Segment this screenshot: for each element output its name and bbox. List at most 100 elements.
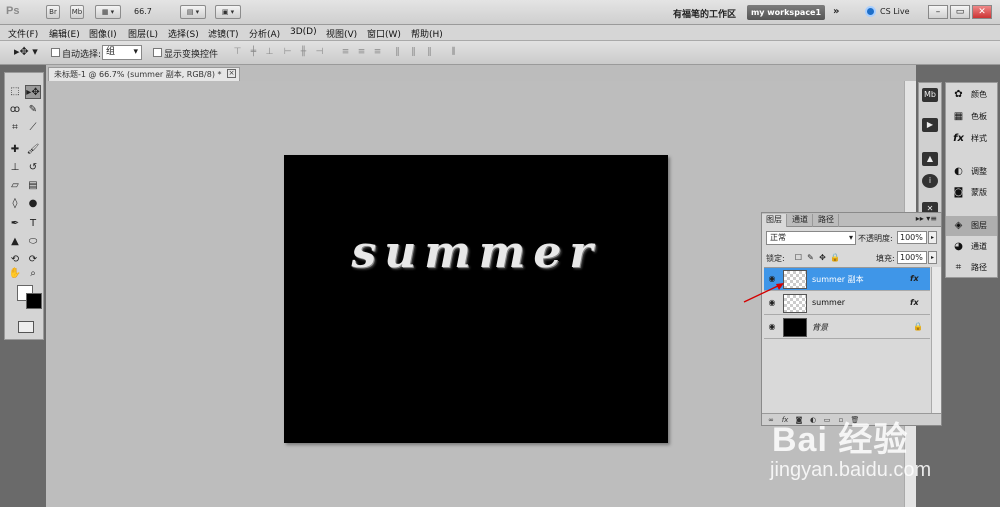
clone-stamp-tool-icon[interactable]: ⊥ xyxy=(7,161,23,175)
opacity-slider-arrow[interactable]: ▸ xyxy=(928,231,937,244)
panel-swatches[interactable]: ▦ 色板 xyxy=(946,107,997,127)
layer-row-background[interactable]: ◉ 背景 🔒 xyxy=(764,316,930,339)
info-panel-icon[interactable]: i xyxy=(922,174,938,188)
menu-layer[interactable]: 图层(L) xyxy=(128,27,158,40)
menu-window[interactable]: 窗口(W) xyxy=(367,27,401,40)
gradient-tool-icon[interactable]: ▤ xyxy=(25,179,41,193)
lock-all-icon[interactable]: 🔒 xyxy=(830,253,840,262)
panel-styles[interactable]: fx 样式 xyxy=(946,129,997,149)
layer-name[interactable]: summer 副本 xyxy=(812,274,864,285)
fill-input[interactable]: 100% xyxy=(897,251,927,264)
distribute-vcenter-icon[interactable]: ≡ xyxy=(356,47,367,58)
fx-icon[interactable]: fx xyxy=(910,298,919,307)
align-top-icon[interactable]: ⊤ xyxy=(232,47,243,58)
menu-edit[interactable]: 编辑(E) xyxy=(49,27,80,40)
navigator-panel-icon[interactable]: ▲ xyxy=(922,152,938,166)
document-canvas[interactable]: summer xyxy=(284,155,668,443)
workspace-button[interactable]: my workspace1 xyxy=(747,5,825,20)
auto-align-icon[interactable]: ⫼ xyxy=(448,47,459,58)
workspace-name[interactable]: 有福笔的工作区 xyxy=(673,7,736,20)
align-bottom-icon[interactable]: ⊥ xyxy=(264,47,275,58)
layer-list-scrollbar[interactable] xyxy=(931,267,941,413)
minimize-button[interactable]: – xyxy=(928,5,948,19)
bridge-button[interactable]: Br xyxy=(46,5,60,19)
pen-tool-icon[interactable]: ✒ xyxy=(7,217,23,231)
eyedropper-tool-icon[interactable]: ⟋ xyxy=(25,121,41,135)
distribute-right-icon[interactable]: ‖ xyxy=(424,47,435,58)
lock-image-icon[interactable]: ✎ xyxy=(806,253,815,262)
zoom-level[interactable]: 66.7 xyxy=(134,7,152,16)
distribute-left-icon[interactable]: ‖ xyxy=(392,47,403,58)
menu-filter[interactable]: 滤镜(T) xyxy=(208,27,239,40)
fx-icon[interactable]: fx xyxy=(910,274,919,283)
auto-select-dropdown[interactable]: 组 ▾ xyxy=(102,45,142,60)
panel-paths[interactable]: ⌗ 路径 xyxy=(946,258,997,278)
path-select-tool-icon[interactable]: ▲ xyxy=(7,235,23,249)
blur-tool-icon[interactable]: ◊ xyxy=(7,197,23,211)
eraser-tool-icon[interactable]: ▱ xyxy=(7,179,23,193)
menu-file[interactable]: 文件(F) xyxy=(8,27,38,40)
panel-menu-icon[interactable]: ▸▸ ▾≡ xyxy=(916,214,937,223)
arrange-documents-button[interactable]: ▤ ▾ xyxy=(180,5,206,19)
panel-masks[interactable]: ◙ 蒙版 xyxy=(946,183,997,203)
dodge-tool-icon[interactable]: ● xyxy=(25,197,41,211)
mini-bridge-button[interactable]: Mb xyxy=(70,5,84,19)
align-vcenter-icon[interactable]: ╪ xyxy=(248,47,259,58)
panel-layers[interactable]: ◈ 图层 xyxy=(946,216,997,236)
tab-paths[interactable]: 路径 xyxy=(814,214,839,227)
blend-mode-dropdown[interactable]: 正常 ▾ xyxy=(766,231,856,245)
lock-position-icon[interactable]: ✥ xyxy=(818,253,827,262)
layer-row-summer[interactable]: ◉ summer fx xyxy=(764,292,930,315)
marquee-tool-icon[interactable]: ⬚ xyxy=(7,85,23,99)
menu-analysis[interactable]: 分析(A) xyxy=(249,27,280,40)
align-left-icon[interactable]: ⊢ xyxy=(282,47,293,58)
auto-select-checkbox[interactable] xyxy=(51,48,60,57)
zoom-tool-icon[interactable]: ⌕ xyxy=(25,267,41,281)
mini-bridge-panel-icon[interactable]: Mb xyxy=(922,88,938,102)
more-workspaces-icon[interactable]: » xyxy=(833,6,839,17)
menu-3d[interactable]: 3D(D) xyxy=(290,27,317,37)
lock-transparent-icon[interactable]: ☐ xyxy=(794,253,803,262)
brush-tool-icon[interactable]: 🖌 xyxy=(25,143,41,157)
layer-row-summer-copy[interactable]: ◉ summer 副本 fx xyxy=(764,268,930,291)
view-extras-button[interactable]: ▦ ▾ xyxy=(95,5,121,19)
lasso-tool-icon[interactable]: ꝏ xyxy=(7,103,23,117)
fill-slider-arrow[interactable]: ▸ xyxy=(928,251,937,264)
tab-layers[interactable]: 图层 xyxy=(762,214,787,227)
distribute-top-icon[interactable]: ≡ xyxy=(340,47,351,58)
history-panel-icon[interactable]: ▶ xyxy=(922,118,938,132)
tab-channels[interactable]: 通道 xyxy=(788,214,813,227)
align-right-icon[interactable]: ⊣ xyxy=(314,47,325,58)
healing-brush-tool-icon[interactable]: ✚ xyxy=(7,143,23,157)
panel-adjustments[interactable]: ◐ 调整 xyxy=(946,162,997,182)
align-hcenter-icon[interactable]: ╫ xyxy=(298,47,309,58)
cs-live-icon[interactable] xyxy=(865,6,876,17)
type-tool-icon[interactable]: T xyxy=(25,217,41,231)
menu-image[interactable]: 图像(I) xyxy=(89,27,117,40)
menu-view[interactable]: 视图(V) xyxy=(326,27,357,40)
eye-icon[interactable]: ◉ xyxy=(767,322,777,332)
menu-select[interactable]: 选择(S) xyxy=(168,27,199,40)
screen-mode-button[interactable]: ▣ ▾ xyxy=(215,5,241,19)
distribute-bottom-icon[interactable]: ≡ xyxy=(372,47,383,58)
cs-live-label[interactable]: CS Live xyxy=(880,7,910,16)
history-brush-tool-icon[interactable]: ↺ xyxy=(25,161,41,175)
quick-select-tool-icon[interactable]: ✎ xyxy=(25,103,41,117)
3d-rotate-tool-icon[interactable]: ⟲ xyxy=(7,253,23,267)
3d-orbit-tool-icon[interactable]: ⟳ xyxy=(25,253,41,267)
opacity-input[interactable]: 100% xyxy=(897,231,927,244)
panel-color[interactable]: ✿ 颜色 xyxy=(946,85,997,105)
show-transform-checkbox[interactable] xyxy=(153,48,162,57)
layer-name[interactable]: summer xyxy=(812,298,845,307)
shape-tool-icon[interactable]: ⬭ xyxy=(25,235,41,249)
distribute-hcenter-icon[interactable]: ‖ xyxy=(408,47,419,58)
move-tool-button-icon[interactable]: ▸✥ xyxy=(25,85,41,99)
background-color-swatch[interactable] xyxy=(26,293,42,309)
quick-mask-icon[interactable] xyxy=(18,321,34,333)
crop-tool-icon[interactable]: ⌗ xyxy=(7,121,23,135)
document-tab[interactable]: 未标题-1 @ 66.7% (summer 副本, RGB/8) * × xyxy=(48,67,240,81)
menu-help[interactable]: 帮助(H) xyxy=(411,27,443,40)
panel-channels[interactable]: ◕ 通道 xyxy=(946,237,997,257)
hand-tool-icon[interactable]: ✋ xyxy=(7,267,23,281)
close-icon[interactable]: × xyxy=(227,69,236,78)
